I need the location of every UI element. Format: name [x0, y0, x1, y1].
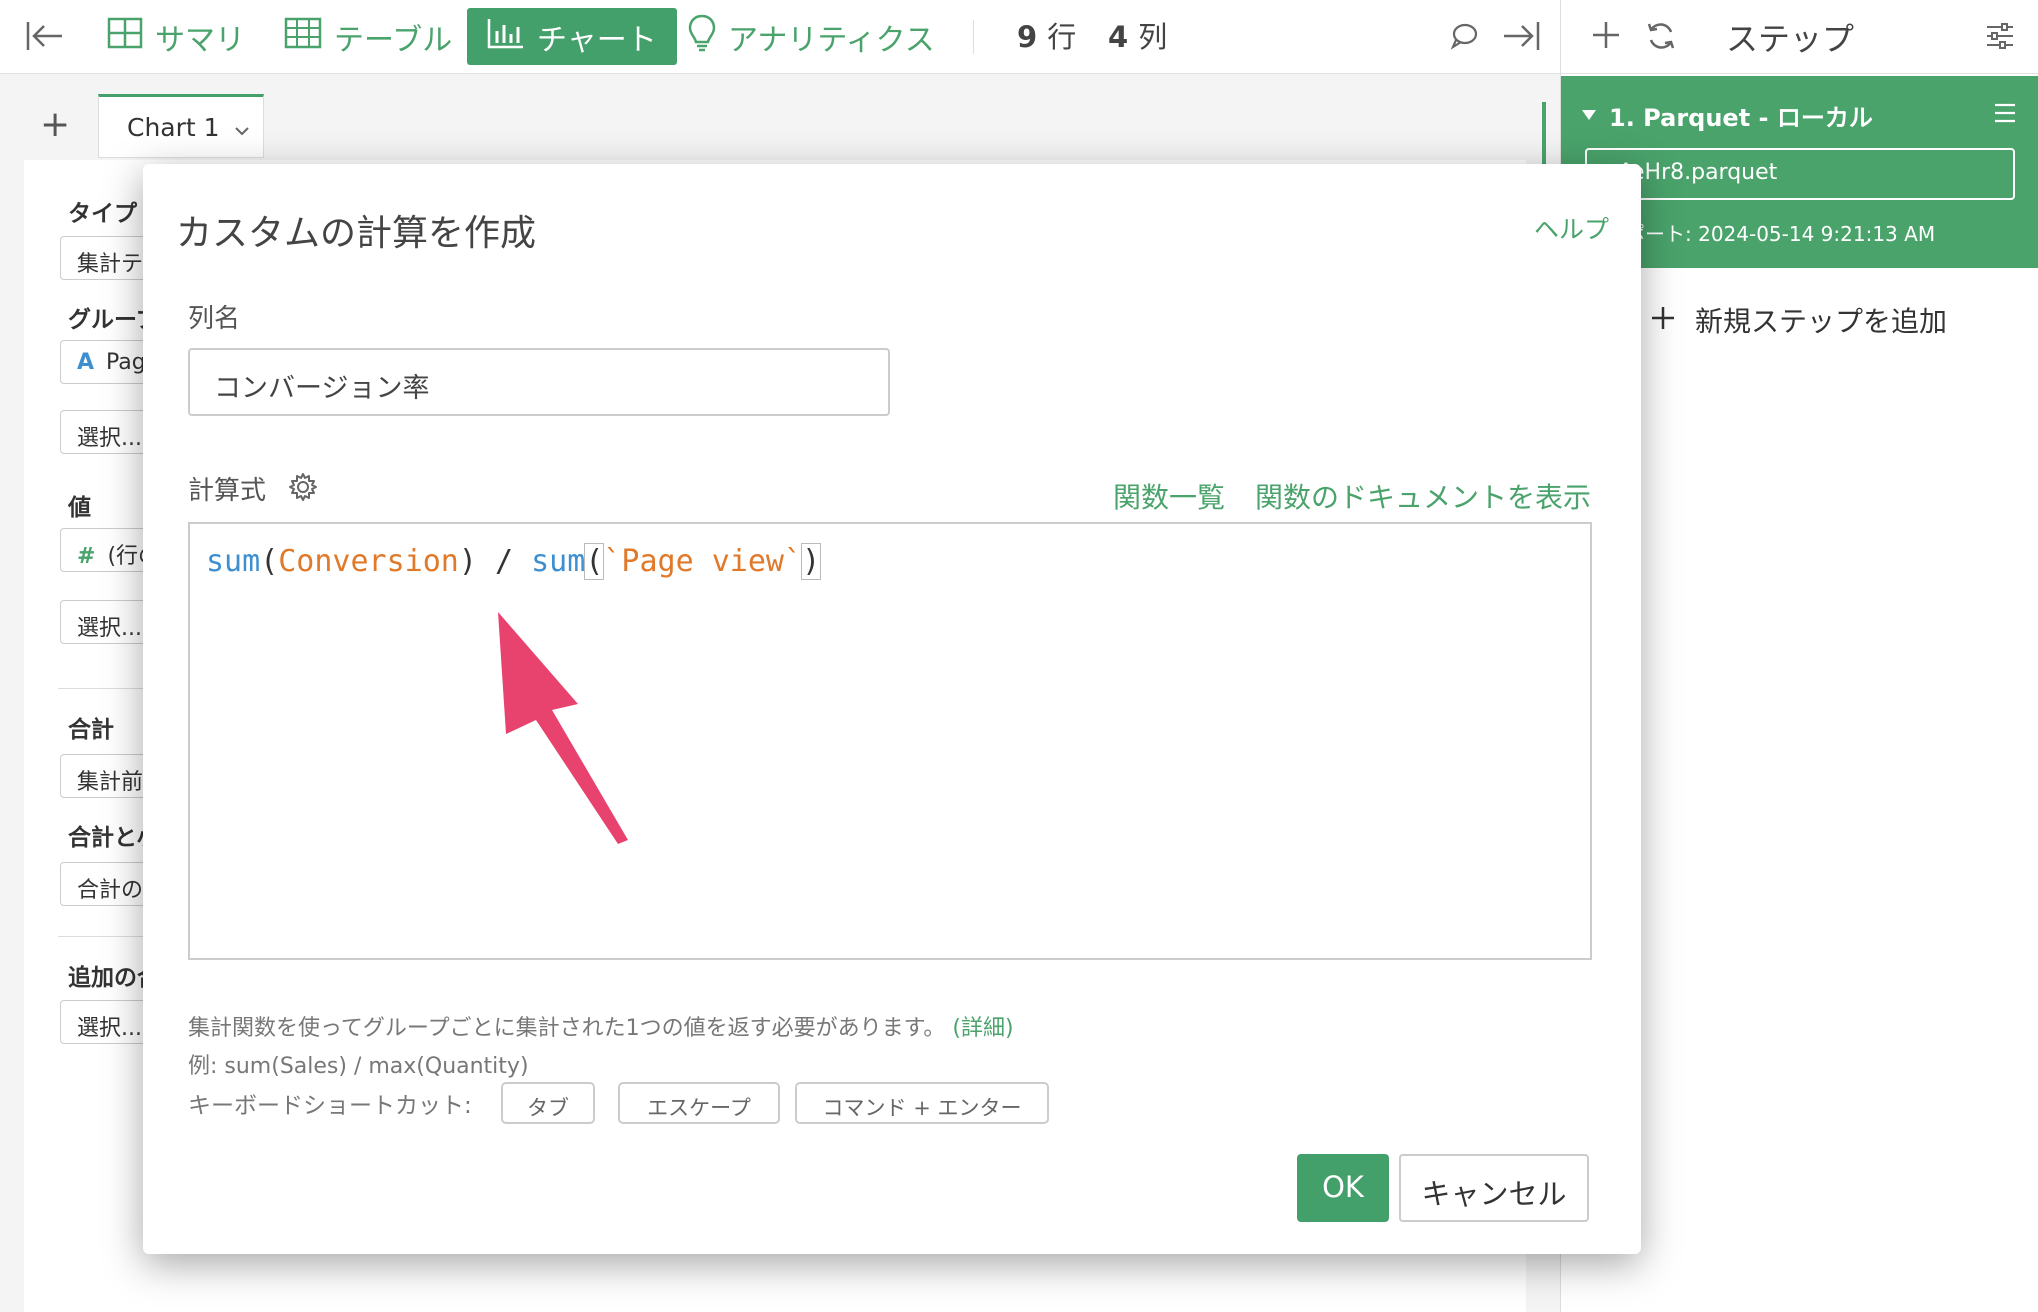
tab-analytics[interactable]: アナリティクス [688, 8, 935, 65]
details-link[interactable]: (詳細) [952, 1016, 1013, 1041]
text-type-icon: A [77, 350, 95, 375]
annotation-arrow [498, 612, 628, 844]
help-link[interactable]: ヘルプ [1534, 210, 1609, 246]
custom-calculation-dialog: カスタムの計算を作成 ヘルプ 列名 コンバージョン率 計算式 関数一覧 関数のド… [143, 164, 1641, 1254]
grid-icon [107, 17, 143, 57]
code-paren: ) [458, 544, 477, 579]
tab-summary[interactable]: サマリ [107, 8, 245, 65]
collapse-right-icon[interactable] [1502, 20, 1540, 56]
menu-icon[interactable] [1993, 102, 2017, 128]
code-paren: ( [260, 544, 279, 579]
function-docs-link[interactable]: 関数のドキュメントを表示 [1255, 476, 1591, 516]
step-name: 1. Parquet - ローカル [1609, 104, 1873, 132]
comment-icon[interactable] [1450, 22, 1478, 54]
lightbulb-icon [688, 14, 716, 60]
table-icon [284, 17, 322, 57]
tab-summary-label: サマリ [155, 22, 245, 58]
main-toolbar: サマリ テーブル チャート アナリティクス 9行 4列 [0, 0, 1560, 74]
tab-chart-label: チャート [537, 22, 657, 58]
kbd-tab: タブ [501, 1082, 595, 1124]
function-list-link[interactable]: 関数一覧 [1113, 476, 1225, 516]
code-column: Conversion [278, 544, 459, 579]
code-paren: ( [584, 543, 605, 580]
refresh-icon[interactable] [1645, 20, 1677, 56]
steps-title: ステップ [1726, 20, 1855, 58]
code-paren: ) [801, 543, 822, 580]
tab-table-label: テーブル [334, 22, 453, 58]
add-chart-tab-button[interactable]: + [40, 104, 70, 145]
column-name-input[interactable]: コンバージョン率 [188, 348, 890, 416]
code-function: sum [206, 544, 261, 579]
type-label: タイプ [68, 201, 137, 227]
toolbar-divider [973, 20, 974, 54]
code-function: sum [531, 544, 586, 579]
cancel-button[interactable]: キャンセル [1399, 1154, 1589, 1222]
formula-example: 例: sum(Sales) / max(Quantity) [188, 1054, 529, 1079]
code-operator: / [476, 544, 532, 579]
number-type-icon: # [77, 544, 96, 569]
kbd-escape: エスケープ [618, 1082, 780, 1124]
caret-down-icon[interactable] [1581, 106, 1597, 125]
step-indicator-line [1542, 102, 1546, 172]
formula-editor[interactable]: sum(Conversion) / sum(`Page view`) [188, 522, 1592, 960]
dialog-title: カスタムの計算を作成 [176, 213, 537, 254]
add-step-button[interactable]: 新規ステップを追加 [1651, 300, 1947, 340]
gear-icon[interactable] [288, 472, 318, 502]
keyboard-shortcuts-label: キーボードショートカット: [188, 1093, 472, 1119]
tab-table[interactable]: テーブル [284, 8, 452, 65]
tab-analytics-label: アナリティクス [728, 22, 935, 58]
bar-chart-icon [487, 17, 525, 57]
chart-tab[interactable]: Chart 1 [98, 94, 264, 158]
formula-hint: 集計関数を使ってグループごとに集計された1つの値を返す必要があります。 (詳細) [188, 1016, 1014, 1041]
column-count: 4列 [1108, 20, 1168, 54]
plus-icon [1651, 304, 1675, 337]
step-file-name[interactable]: w4eHr8.parquet [1585, 148, 2015, 200]
ok-button[interactable]: OK [1297, 1154, 1389, 1222]
value-label: 値 [68, 495, 91, 521]
add-step-label: 新規ステップを追加 [1695, 305, 1948, 338]
add-icon[interactable] [1591, 20, 1621, 54]
row-count: 9行 [1017, 20, 1077, 54]
formula-code: sum(Conversion) / sum(`Page view`) [206, 543, 822, 580]
formula-label: 計算式 [188, 476, 267, 506]
steps-header: ステップ [1561, 0, 2038, 74]
column-name-label: 列名 [188, 304, 241, 334]
chevron-down-icon [234, 113, 250, 142]
settings-sliders-icon[interactable] [1985, 22, 2015, 54]
tab-chart[interactable]: チャート [467, 8, 677, 65]
code-column: `Page view` [603, 544, 803, 579]
collapse-left-icon[interactable] [26, 20, 64, 56]
chart-tab-label: Chart 1 [127, 113, 220, 142]
total-label: 合計 [68, 717, 114, 743]
kbd-command-enter: コマンド + エンター [795, 1082, 1049, 1124]
